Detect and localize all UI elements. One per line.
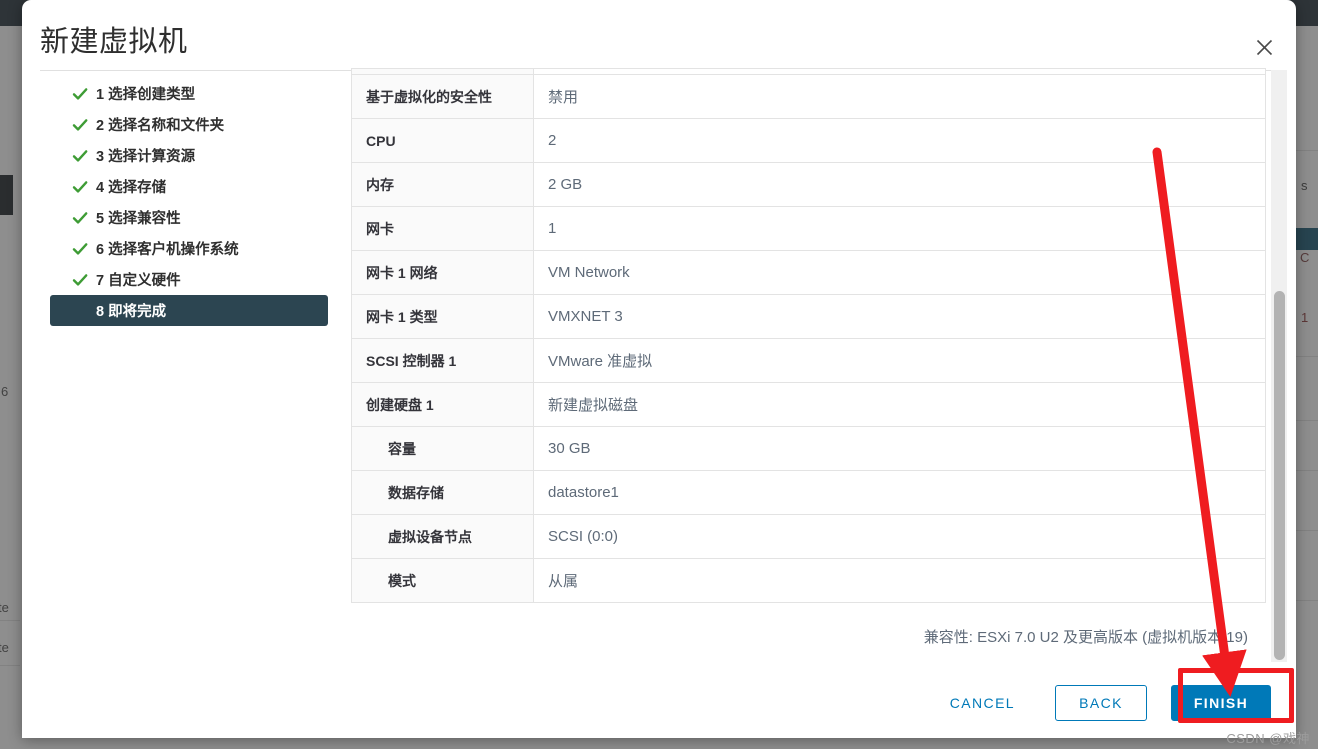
wizard-step-3[interactable]: 3 选择计算资源: [50, 140, 338, 171]
watermark: CSDN @戏神: [1226, 731, 1310, 746]
check-icon: [72, 148, 88, 164]
dialog-footer: CANCEL BACK FINISH: [22, 668, 1296, 738]
table-cell-key: 网卡 1 类型: [351, 294, 534, 339]
table-cell-value: 新建虚拟磁盘: [533, 382, 1266, 427]
table-cell-value: VM Network: [533, 250, 1266, 295]
table-cell-value: 2 GB: [533, 162, 1266, 207]
table-cell-key: 数据存储: [351, 470, 534, 515]
table-cell-value: VMware 准虚拟: [533, 338, 1266, 383]
dialog-scrollbar-thumb[interactable]: [1274, 291, 1285, 660]
summary-table: 基于虚拟化的安全性 禁用 CPU 2 内存 2 GB 网卡 1 网卡 1 网络: [351, 68, 1266, 603]
table-cell-value: SCSI (0:0): [533, 514, 1266, 559]
table-cell-value: 1: [533, 206, 1266, 251]
table-row: 数据存储 datastore1: [351, 470, 1266, 515]
cancel-button[interactable]: CANCEL: [936, 685, 1029, 721]
close-icon[interactable]: [1247, 30, 1281, 64]
wizard-step-label: 1 选择创建类型: [96, 87, 196, 103]
table-row: 模式 从属: [351, 558, 1266, 603]
check-icon: [72, 272, 88, 288]
back-button[interactable]: BACK: [1055, 685, 1147, 721]
table-cell-value: 从属: [533, 558, 1266, 603]
compatibility-text: 兼容性: ESXi 7.0 U2 及更高版本 (虚拟机版本 19): [923, 629, 1248, 646]
check-icon: [72, 86, 88, 102]
table-row: CPU 2: [351, 118, 1266, 163]
wizard-step-label: 6 选择客户机操作系统: [96, 242, 239, 258]
wizard-step-label: 2 选择名称和文件夹: [96, 118, 225, 134]
wizard-step-6[interactable]: 6 选择客户机操作系统: [50, 233, 338, 264]
wizard-step-label: 5 选择兼容性: [96, 211, 181, 227]
finish-button[interactable]: FINISH: [1171, 685, 1271, 721]
table-cell-value: datastore1: [533, 470, 1266, 515]
table-cell-value: 2: [533, 118, 1266, 163]
wizard-step-5[interactable]: 5 选择兼容性: [50, 202, 338, 233]
table-cell-key: 容量: [351, 426, 534, 471]
table-cell-key: 模式: [351, 558, 534, 603]
wizard-step-1[interactable]: 1 选择创建类型: [50, 78, 338, 109]
table-row: 网卡 1 类型 VMXNET 3: [351, 294, 1266, 339]
new-virtual-machine-dialog: 新建虚拟机 1 选择创建类型 2 选择名称和文件夹 3 选择计算资源 4 选择存…: [22, 0, 1296, 738]
wizard-step-8[interactable]: 8 即将完成: [50, 295, 328, 326]
table-row: 基于虚拟化的安全性 禁用: [351, 74, 1266, 119]
dialog-title: 新建虚拟机: [40, 26, 188, 58]
table-row: 内存 2 GB: [351, 162, 1266, 207]
wizard-step-label: 4 选择存储: [96, 180, 167, 196]
check-icon: [72, 179, 88, 195]
table-cell-value: 禁用: [533, 74, 1266, 119]
table-cell-key: 网卡: [351, 206, 534, 251]
wizard-step-label: 8 即将完成: [96, 304, 167, 320]
table-row: 网卡 1 网络 VM Network: [351, 250, 1266, 295]
table-cell-key: 创建硬盘 1: [351, 382, 534, 427]
wizard-step-list: 1 选择创建类型 2 选择名称和文件夹 3 选择计算资源 4 选择存储 5 选择…: [50, 78, 338, 326]
table-cell-key: 基于虚拟化的安全性: [351, 74, 534, 119]
wizard-step-label: 3 选择计算资源: [96, 149, 196, 165]
summary-table-body: 基于虚拟化的安全性 禁用 CPU 2 内存 2 GB 网卡 1 网卡 1 网络: [351, 68, 1266, 603]
table-cell-key: 网卡 1 网络: [351, 250, 534, 295]
table-row: 创建硬盘 1 新建虚拟磁盘: [351, 382, 1266, 427]
check-icon: [72, 117, 88, 133]
summary-table-scroll-area[interactable]: 基于虚拟化的安全性 禁用 CPU 2 内存 2 GB 网卡 1 网卡 1 网络: [351, 68, 1266, 613]
table-cell-key: 虚拟设备节点: [351, 514, 534, 559]
table-cell-key: CPU: [351, 118, 534, 163]
check-icon: [72, 241, 88, 257]
table-row: 虚拟设备节点 SCSI (0:0): [351, 514, 1266, 559]
table-row: 容量 30 GB: [351, 426, 1266, 471]
wizard-step-4[interactable]: 4 选择存储: [50, 171, 338, 202]
table-cell-key: 内存: [351, 162, 534, 207]
table-cell-key: SCSI 控制器 1: [351, 338, 534, 383]
table-cell-value: 30 GB: [533, 426, 1266, 471]
wizard-step-7[interactable]: 7 自定义硬件: [50, 264, 338, 295]
wizard-step-2[interactable]: 2 选择名称和文件夹: [50, 109, 338, 140]
table-row: SCSI 控制器 1 VMware 准虚拟: [351, 338, 1266, 383]
table-row: 网卡 1: [351, 206, 1266, 251]
check-icon: [72, 210, 88, 226]
wizard-step-label: 7 自定义硬件: [96, 273, 181, 289]
table-cell-value: VMXNET 3: [533, 294, 1266, 339]
